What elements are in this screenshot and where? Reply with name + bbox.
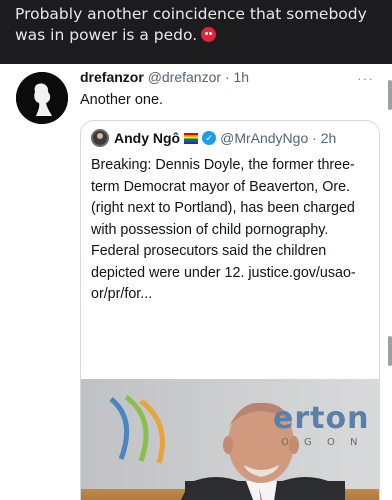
timestamp[interactable]: 1h [234, 69, 250, 85]
angry-face-icon [201, 27, 217, 42]
quoted-timestamp[interactable]: 2h [321, 130, 337, 146]
quoted-tweet-text: Breaking: Dennis Doyle, the former three… [91, 157, 356, 302]
verified-icon: ✓ [202, 131, 217, 145]
scrollbar-thumb[interactable] [388, 336, 392, 366]
sign-subtext: O G O N [281, 437, 364, 448]
silhouette-avatar-icon [16, 72, 68, 124]
scrollbar-thumb[interactable] [388, 80, 392, 110]
caption-text: Probably another coincidence that somebo… [15, 5, 367, 44]
rainbow-flag-icon [184, 132, 199, 144]
more-horizontal-icon[interactable]: ··· [357, 70, 374, 86]
quoted-display-name[interactable]: Andy Ngô [114, 130, 180, 146]
avatar[interactable] [16, 72, 68, 124]
tweet-text: Another one. [80, 92, 164, 108]
quoted-tweet-header: Andy Ngô ✓ @MrAndyNgo · 2h [91, 129, 336, 147]
separator: · [312, 130, 317, 146]
quoted-handle[interactable]: @MrAndyNgo [220, 130, 308, 146]
separator: · [224, 69, 230, 85]
handle[interactable]: @drefanzor [148, 69, 221, 85]
sign-text: erton [273, 401, 370, 436]
tweet-header: drefanzor @drefanzor · 1h [80, 69, 249, 85]
tweet-card[interactable]: drefanzor @drefanzor · 1h ··· Another on… [0, 64, 392, 500]
display-name[interactable]: drefanzor [80, 69, 144, 85]
quoted-tweet-photo[interactable]: erton O G O N [81, 379, 379, 500]
post-caption: Probably another coincidence that somebo… [0, 0, 392, 64]
quoted-tweet[interactable]: Andy Ngô ✓ @MrAndyNgo · 2h Breaking: Den… [80, 120, 380, 500]
avatar[interactable] [91, 129, 109, 147]
